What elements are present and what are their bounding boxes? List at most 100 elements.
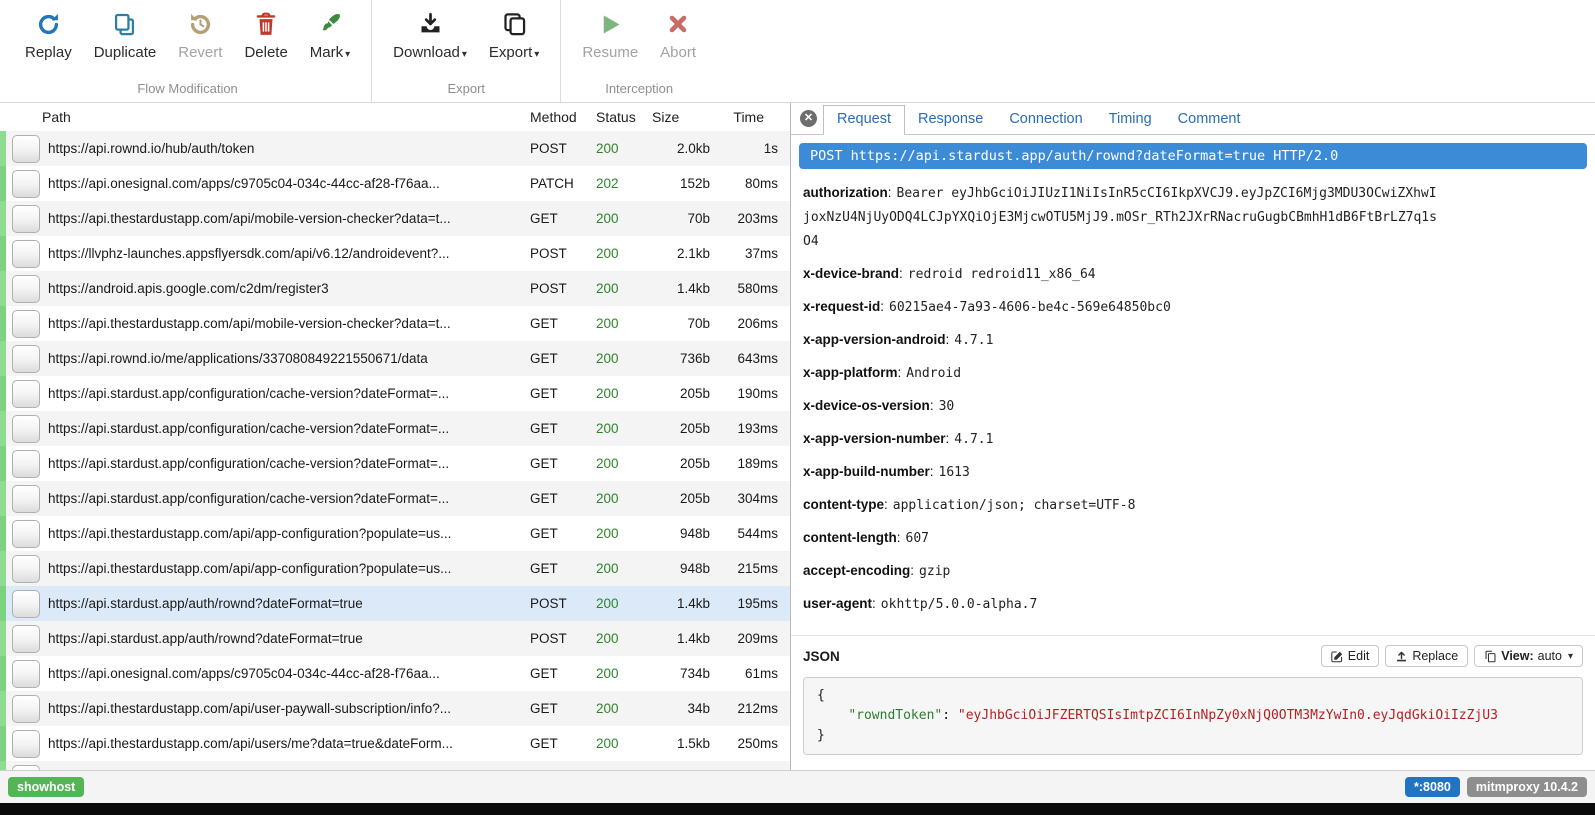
flow-path: https://api.rownd.io/me/applications/337… — [48, 351, 530, 366]
flow-checkbox[interactable] — [12, 240, 40, 268]
flow-row[interactable]: https://api.stardust.app/auth/rownd?date… — [0, 621, 790, 656]
flow-size: 1.5kb — [650, 736, 710, 751]
flow-checkbox[interactable] — [12, 205, 40, 233]
flow-row[interactable]: https://api.stardust.app/configuration/c… — [0, 411, 790, 446]
flow-list-header: Path Method Status Size Time — [0, 103, 790, 131]
flow-checkbox[interactable] — [12, 660, 40, 688]
view-mode-button[interactable]: View: auto ▾ — [1474, 645, 1583, 667]
flow-checkbox[interactable] — [12, 765, 40, 771]
header-line[interactable]: accept-encodinggzip — [803, 559, 1439, 583]
flow-status: 202 — [596, 176, 650, 191]
header-name: x-device-brand — [803, 266, 903, 281]
revert-button[interactable]: Revert — [167, 8, 233, 61]
flow-row[interactable]: https://api.onesignal.com/apps/c9705c04-… — [0, 166, 790, 201]
flow-row[interactable]: https://api.stardust.app/configuration/c… — [0, 446, 790, 481]
flow-status: 200 — [596, 701, 650, 716]
json-key: "rowndToken" — [848, 708, 942, 723]
flow-detail-panel: ✕ Request Response Connection Timing Com… — [790, 103, 1595, 770]
flow-path: https://api.stardust.app/configuration/c… — [48, 456, 530, 471]
detail-tabs: Request Response Connection Timing Comme… — [823, 103, 1254, 134]
header-line[interactable]: x-device-brandredroid redroid11_x86_64 — [803, 262, 1439, 286]
column-header-path[interactable]: Path — [0, 109, 530, 125]
duplicate-button[interactable]: Duplicate — [83, 8, 168, 61]
json-close-brace: } — [817, 726, 1569, 746]
header-value: 607 — [906, 531, 929, 546]
header-name: authorization — [803, 185, 892, 200]
flow-checkbox[interactable] — [12, 275, 40, 303]
header-line[interactable]: x-app-build-number1613 — [803, 460, 1439, 484]
export-copy-icon — [501, 8, 528, 40]
flow-row[interactable]: https://api.thestardustapp.com/api/mobil… — [0, 201, 790, 236]
flow-checkbox[interactable] — [12, 310, 40, 338]
flow-method: GET — [530, 526, 596, 541]
flow-row[interactable] — [0, 761, 790, 770]
flow-checkbox[interactable] — [12, 345, 40, 373]
download-button[interactable]: Download▾ — [382, 8, 478, 61]
flow-method: GET — [530, 211, 596, 226]
flow-marker-stripe — [0, 516, 6, 551]
flow-path: https://api.stardust.app/configuration/c… — [48, 421, 530, 436]
flow-marker-stripe — [0, 726, 6, 761]
request-line[interactable]: POST https://api.stardust.app/auth/rownd… — [799, 143, 1587, 169]
flow-path: https://api.stardust.app/auth/rownd?date… — [48, 596, 530, 611]
flow-checkbox[interactable] — [12, 520, 40, 548]
json-body-viewer[interactable]: { "rowndToken": "eyJhbGciOiJFZERTQSIsImt… — [803, 677, 1583, 755]
delete-button[interactable]: Delete — [233, 8, 298, 61]
column-header-size[interactable]: Size — [650, 109, 710, 125]
flow-row[interactable]: https://api.thestardustapp.com/api/app-c… — [0, 516, 790, 551]
flow-method: PATCH — [530, 176, 596, 191]
header-value: 30 — [939, 399, 955, 414]
flow-checkbox[interactable] — [12, 695, 40, 723]
header-line[interactable]: x-request-id60215ae4-7a93-4606-be4c-569e… — [803, 295, 1439, 319]
column-header-status[interactable]: Status — [596, 109, 650, 125]
header-line[interactable]: content-typeapplication/json; charset=UT… — [803, 493, 1439, 517]
flow-checkbox[interactable] — [12, 380, 40, 408]
edit-button[interactable]: Edit — [1321, 645, 1380, 667]
flow-checkbox[interactable] — [12, 450, 40, 478]
abort-button[interactable]: Abort — [649, 8, 707, 61]
detail-tab[interactable]: Connection — [996, 106, 1095, 134]
detail-tab[interactable]: Timing — [1096, 106, 1165, 134]
flow-checkbox[interactable] — [12, 555, 40, 583]
flow-row[interactable]: https://api.stardust.app/configuration/c… — [0, 376, 790, 411]
header-line[interactable]: x-app-version-number4.7.1 — [803, 427, 1439, 451]
flow-row[interactable]: https://api.thestardustapp.com/api/user-… — [0, 691, 790, 726]
flow-row[interactable]: https://api.stardust.app/configuration/c… — [0, 481, 790, 516]
flow-checkbox[interactable] — [12, 485, 40, 513]
flow-checkbox[interactable] — [12, 135, 40, 163]
detail-tab[interactable]: Response — [905, 106, 996, 134]
flow-checkbox[interactable] — [12, 625, 40, 653]
resume-button[interactable]: Resume — [571, 8, 649, 61]
header-line[interactable]: x-app-version-android4.7.1 — [803, 328, 1439, 352]
flow-checkbox[interactable] — [12, 730, 40, 758]
detail-tab[interactable]: Comment — [1165, 106, 1254, 134]
flow-row[interactable]: https://api.thestardustapp.com/api/app-c… — [0, 551, 790, 586]
header-line[interactable]: x-app-platformAndroid — [803, 361, 1439, 385]
flow-checkbox[interactable] — [12, 590, 40, 618]
flow-checkbox[interactable] — [12, 415, 40, 443]
flow-row[interactable]: https://api.thestardustapp.com/api/users… — [0, 726, 790, 761]
close-icon[interactable]: ✕ — [800, 110, 817, 127]
flow-row[interactable]: https://api.thestardustapp.com/api/mobil… — [0, 306, 790, 341]
replace-button[interactable]: Replace — [1385, 645, 1468, 667]
flow-row[interactable]: https://api.rownd.io/me/applications/337… — [0, 341, 790, 376]
flow-row[interactable]: https://llvphz-launches.appsflyersdk.com… — [0, 236, 790, 271]
flow-row[interactable]: https://api.rownd.io/hub/auth/token POST… — [0, 131, 790, 166]
flow-marker-stripe — [0, 411, 6, 446]
mark-button[interactable]: Mark▾ — [299, 8, 361, 61]
flow-row[interactable]: https://android.apis.google.com/c2dm/reg… — [0, 271, 790, 306]
column-header-method[interactable]: Method — [530, 109, 596, 125]
header-line[interactable]: authorizationBearer eyJhbGciOiJIUzI1NiIs… — [803, 181, 1439, 253]
flow-row[interactable]: https://api.stardust.app/auth/rownd?date… — [0, 586, 790, 621]
export-button[interactable]: Export▾ — [478, 8, 550, 61]
flow-path: https://android.apis.google.com/c2dm/reg… — [48, 281, 530, 296]
flow-checkbox[interactable] — [12, 170, 40, 198]
column-header-time[interactable]: Time — [710, 109, 790, 125]
header-line[interactable]: x-device-os-version30 — [803, 394, 1439, 418]
detail-tab[interactable]: Request — [823, 105, 905, 135]
header-value: 60215ae4-7a93-4606-be4c-569e64850bc0 — [889, 300, 1171, 315]
replay-button[interactable]: Replay — [14, 8, 83, 61]
header-line[interactable]: content-length607 — [803, 526, 1439, 550]
flow-row[interactable]: https://api.onesignal.com/apps/c9705c04-… — [0, 656, 790, 691]
header-line[interactable]: user-agentokhttp/5.0.0-alpha.7 — [803, 592, 1439, 616]
